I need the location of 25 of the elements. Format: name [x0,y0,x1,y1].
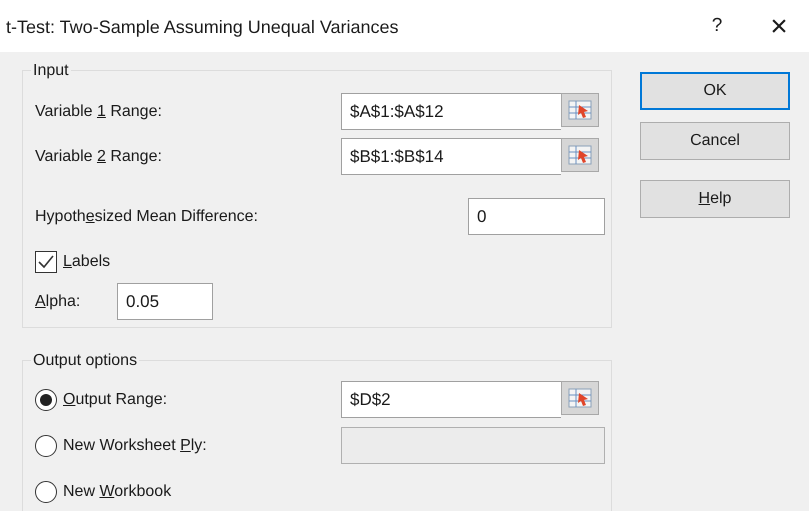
window-title: t-Test: Two-Sample Assuming Unequal Variances [6,16,399,39]
range-field[interactable]: $D$2 [341,381,561,418]
input-field[interactable]: 0 [468,198,605,235]
checkbox[interactable] [35,251,57,273]
range-picker-icon[interactable] [561,381,599,415]
dialog-button[interactable]: Help [640,180,790,218]
dialog-button[interactable]: OK [640,72,790,110]
range-picker-icon[interactable] [561,93,599,127]
radio-label[interactable]: Output Range: [63,388,341,412]
close-button[interactable]: × [759,4,799,48]
field-label: Hypothesized Mean Difference: [35,206,259,226]
checkmark-icon [38,255,54,269]
input-field[interactable]: 0.05 [117,283,213,320]
field-label: Variable 2 Range: [35,146,163,166]
help-button[interactable]: ? [697,12,737,40]
radio-button[interactable] [35,480,57,502]
field-label: Variable 1 Range: [35,102,163,122]
range-picker-icon[interactable] [561,138,599,172]
radio-button[interactable] [35,388,57,410]
range-field[interactable]: $A$1:$A$12 [341,93,561,130]
field-label: Alpha: [35,292,82,312]
radio-label[interactable]: New Workbook [63,480,341,504]
dialog-button[interactable]: Cancel [640,122,790,160]
checkbox-label[interactable]: Labels [63,250,110,274]
range-field[interactable]: $B$1:$B$14 [341,138,561,175]
